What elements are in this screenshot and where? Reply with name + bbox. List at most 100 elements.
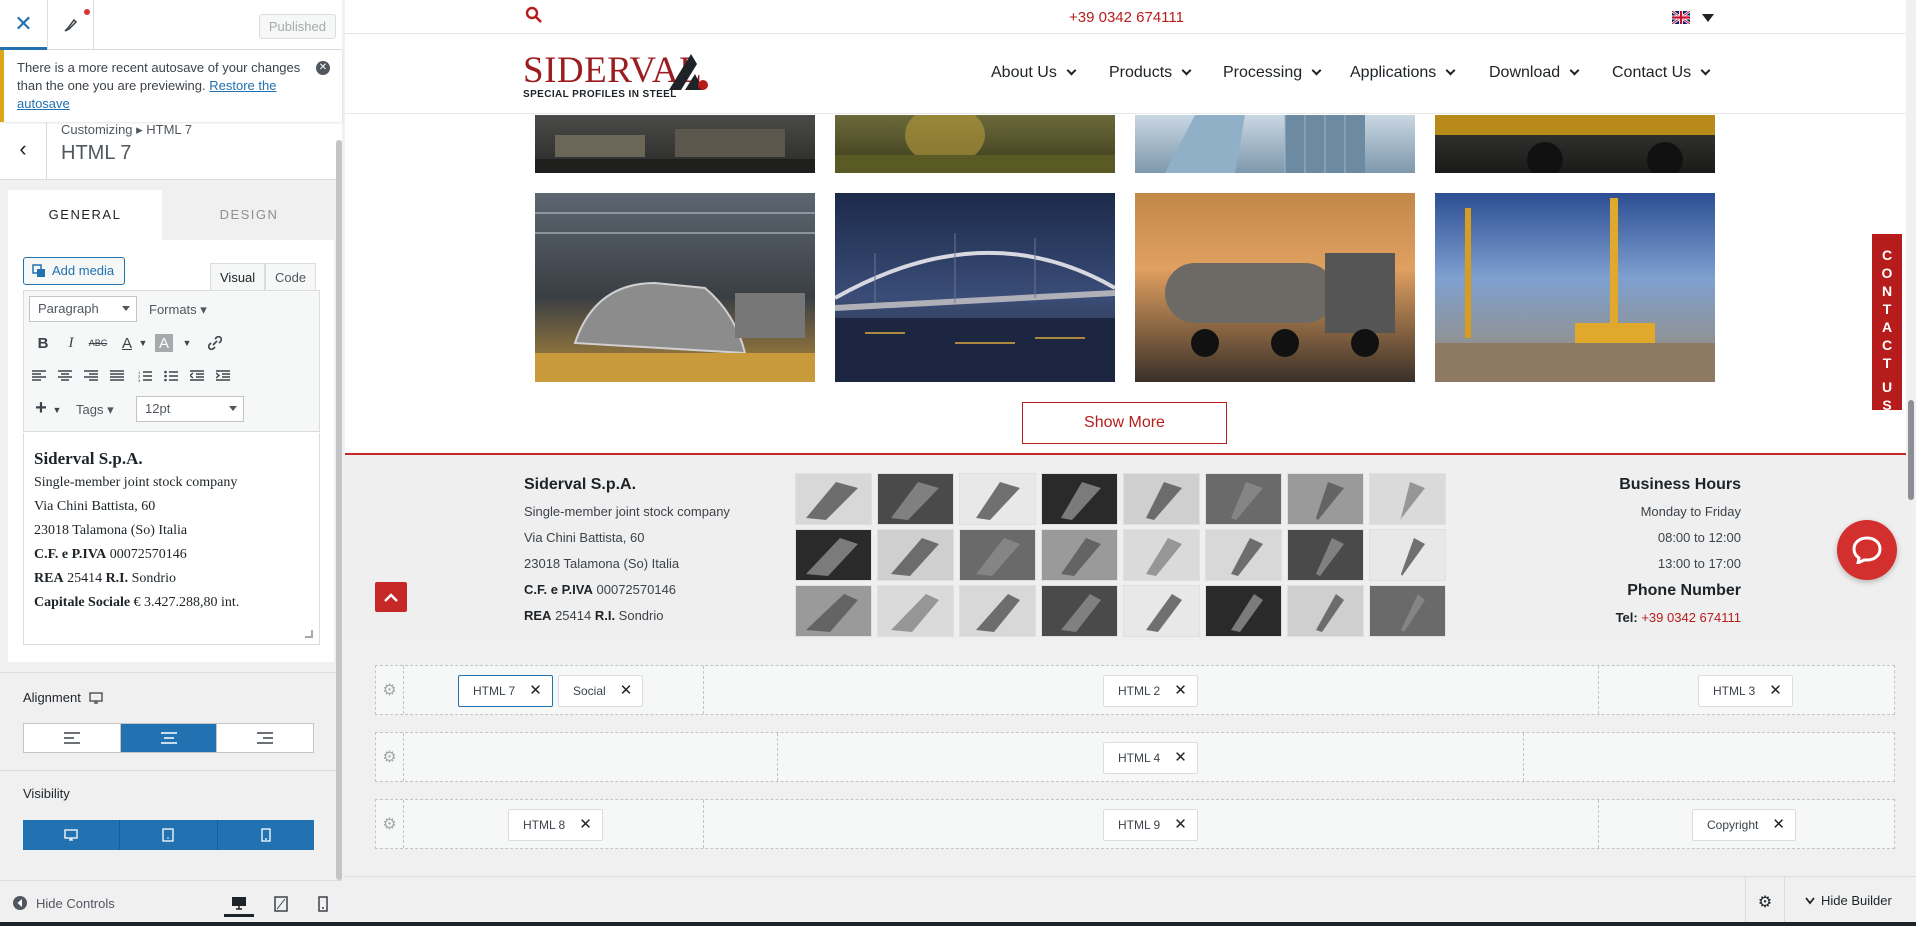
product-thumbnail[interactable] — [1123, 473, 1200, 525]
product-thumbnail[interactable] — [1123, 529, 1200, 581]
product-thumbnail[interactable] — [959, 585, 1036, 637]
text-color-caret-icon[interactable]: ▼ — [132, 332, 154, 354]
uk-flag-icon[interactable] — [1672, 11, 1690, 24]
product-thumbnail[interactable] — [1205, 585, 1282, 637]
outdent-icon[interactable] — [186, 365, 208, 387]
product-thumbnail[interactable] — [1041, 585, 1118, 637]
builder-item-html4[interactable]: HTML 4 ✕ — [1103, 742, 1198, 774]
bullet-list-icon[interactable] — [160, 365, 182, 387]
product-thumbnail[interactable] — [795, 585, 872, 637]
tab-design[interactable]: DESIGN — [172, 190, 326, 240]
product-thumbnail[interactable] — [877, 473, 954, 525]
preview-tablet-button[interactable] — [266, 891, 296, 917]
builder-item-html3[interactable]: HTML 3 ✕ — [1698, 675, 1793, 707]
product-thumbnail[interactable] — [795, 529, 872, 581]
visibility-desktop-button[interactable] — [23, 820, 121, 850]
chat-bubble-icon[interactable] — [1837, 520, 1897, 580]
row-settings-gear-icon[interactable]: ⚙ — [376, 733, 404, 781]
product-thumbnail[interactable] — [1205, 473, 1282, 525]
justify-icon[interactable] — [106, 365, 128, 387]
hide-builder-button[interactable]: Hide Builder — [1805, 893, 1892, 908]
preview-desktop-button[interactable] — [224, 891, 254, 917]
html-content-editor[interactable]: Siderval S.p.A. Single-member joint stoc… — [23, 433, 320, 645]
search-icon[interactable] — [525, 6, 543, 29]
builder-item-html7[interactable]: HTML 7 ✕ — [458, 675, 553, 707]
close-icon[interactable]: ✕ — [0, 0, 47, 50]
tab-general[interactable]: GENERAL — [8, 190, 162, 240]
product-thumbnail[interactable] — [1369, 585, 1446, 637]
product-thumbnail[interactable] — [959, 529, 1036, 581]
font-size-select[interactable]: 12pt — [136, 396, 244, 422]
hide-controls-button[interactable]: Hide Controls — [12, 895, 115, 911]
nav-about-us[interactable]: About Us — [991, 64, 1077, 82]
add-media-button[interactable]: Add media — [23, 257, 126, 285]
product-thumbnail[interactable] — [1369, 529, 1446, 581]
back-arrow-icon[interactable]: ‹ — [0, 118, 47, 180]
gallery-image-tanker-truck[interactable] — [1135, 193, 1415, 382]
indent-icon[interactable] — [212, 365, 234, 387]
insert-caret-icon[interactable]: ▼ — [46, 399, 68, 421]
nav-processing[interactable]: Processing — [1223, 64, 1322, 82]
builder-item-social[interactable]: Social ✕ — [558, 675, 644, 707]
nav-contact-us[interactable]: Contact Us — [1612, 64, 1711, 82]
align-left-icon[interactable] — [28, 365, 50, 387]
contact-us-side-tab[interactable]: CONTACT US — [1870, 232, 1904, 413]
product-thumbnail[interactable] — [959, 473, 1036, 525]
gallery-image-agriculture[interactable] — [835, 115, 1115, 173]
builder-item-html8[interactable]: HTML 8 ✕ — [508, 809, 603, 841]
resize-handle[interactable] — [305, 630, 313, 638]
align-center-button[interactable] — [120, 724, 218, 752]
siderval-logo[interactable]: SIDERVAL SPECIAL PROFILES IN STEEL — [523, 52, 708, 100]
gallery-image-machinery[interactable] — [535, 115, 815, 173]
background-color-icon[interactable]: A — [155, 334, 173, 352]
product-thumbnail[interactable] — [1041, 473, 1118, 525]
gallery-image-drilling-rig[interactable] — [1435, 193, 1715, 382]
align-left-button[interactable] — [24, 724, 121, 752]
align-right-button[interactable] — [217, 724, 313, 752]
product-thumbnail[interactable] — [877, 585, 954, 637]
italic-icon[interactable]: I — [60, 332, 82, 354]
formats-dropdown[interactable]: Formats ▾ — [149, 302, 207, 318]
scroll-to-top-button[interactable] — [375, 582, 407, 612]
tags-dropdown[interactable]: Tags ▾ — [76, 402, 114, 418]
gallery-image-vehicle[interactable] — [1435, 115, 1715, 173]
header-phone[interactable]: +39 0342 674111 — [1069, 9, 1184, 26]
builder-item-html9[interactable]: HTML 9 ✕ — [1103, 809, 1198, 841]
background-color-caret-icon[interactable]: ▼ — [176, 332, 198, 354]
dismiss-notice-icon[interactable]: ✕ — [316, 61, 330, 75]
link-icon[interactable] — [204, 332, 226, 354]
align-center-icon[interactable] — [54, 365, 76, 387]
show-more-button[interactable]: Show More — [1022, 402, 1227, 444]
product-thumbnail[interactable] — [1041, 529, 1118, 581]
row-settings-gear-icon[interactable]: ⚙ — [376, 800, 404, 848]
product-thumbnail[interactable] — [1369, 473, 1446, 525]
ordered-list-icon[interactable]: 123 — [134, 365, 156, 387]
nav-download[interactable]: Download — [1489, 64, 1580, 82]
visibility-tablet-button[interactable] — [120, 820, 218, 850]
bold-icon[interactable]: B — [32, 332, 54, 354]
gallery-image-automotive[interactable] — [535, 193, 815, 382]
product-thumbnail[interactable] — [1205, 529, 1282, 581]
visibility-mobile-button[interactable] — [218, 820, 314, 850]
product-thumbnail[interactable] — [1123, 585, 1200, 637]
strikethrough-icon[interactable]: ABC — [87, 332, 109, 354]
nav-applications[interactable]: Applications — [1350, 64, 1456, 82]
builder-item-copyright[interactable]: Copyright ✕ — [1692, 809, 1796, 841]
code-tab[interactable]: Code — [265, 263, 317, 291]
builder-settings-gear-icon[interactable]: ⚙ — [1745, 877, 1785, 926]
product-thumbnail[interactable] — [1287, 585, 1364, 637]
product-thumbnail[interactable] — [1287, 473, 1364, 525]
builder-item-html2[interactable]: HTML 2 ✕ — [1103, 675, 1198, 707]
visual-tab[interactable]: Visual — [210, 263, 266, 291]
panel-scrollbar[interactable] — [336, 140, 342, 880]
footer-phone-link[interactable]: +39 0342 674111 — [1641, 610, 1741, 625]
align-right-icon[interactable] — [80, 365, 102, 387]
row-settings-gear-icon[interactable]: ⚙ — [376, 666, 404, 714]
language-caret-icon[interactable] — [1702, 14, 1714, 22]
brush-icon[interactable] — [47, 0, 94, 50]
gallery-image-buildings[interactable] — [1135, 115, 1415, 173]
product-thumbnail[interactable] — [877, 529, 954, 581]
nav-products[interactable]: Products — [1109, 64, 1192, 82]
site-scrollbar[interactable] — [1906, 0, 1916, 640]
published-button[interactable]: Published — [258, 14, 336, 39]
